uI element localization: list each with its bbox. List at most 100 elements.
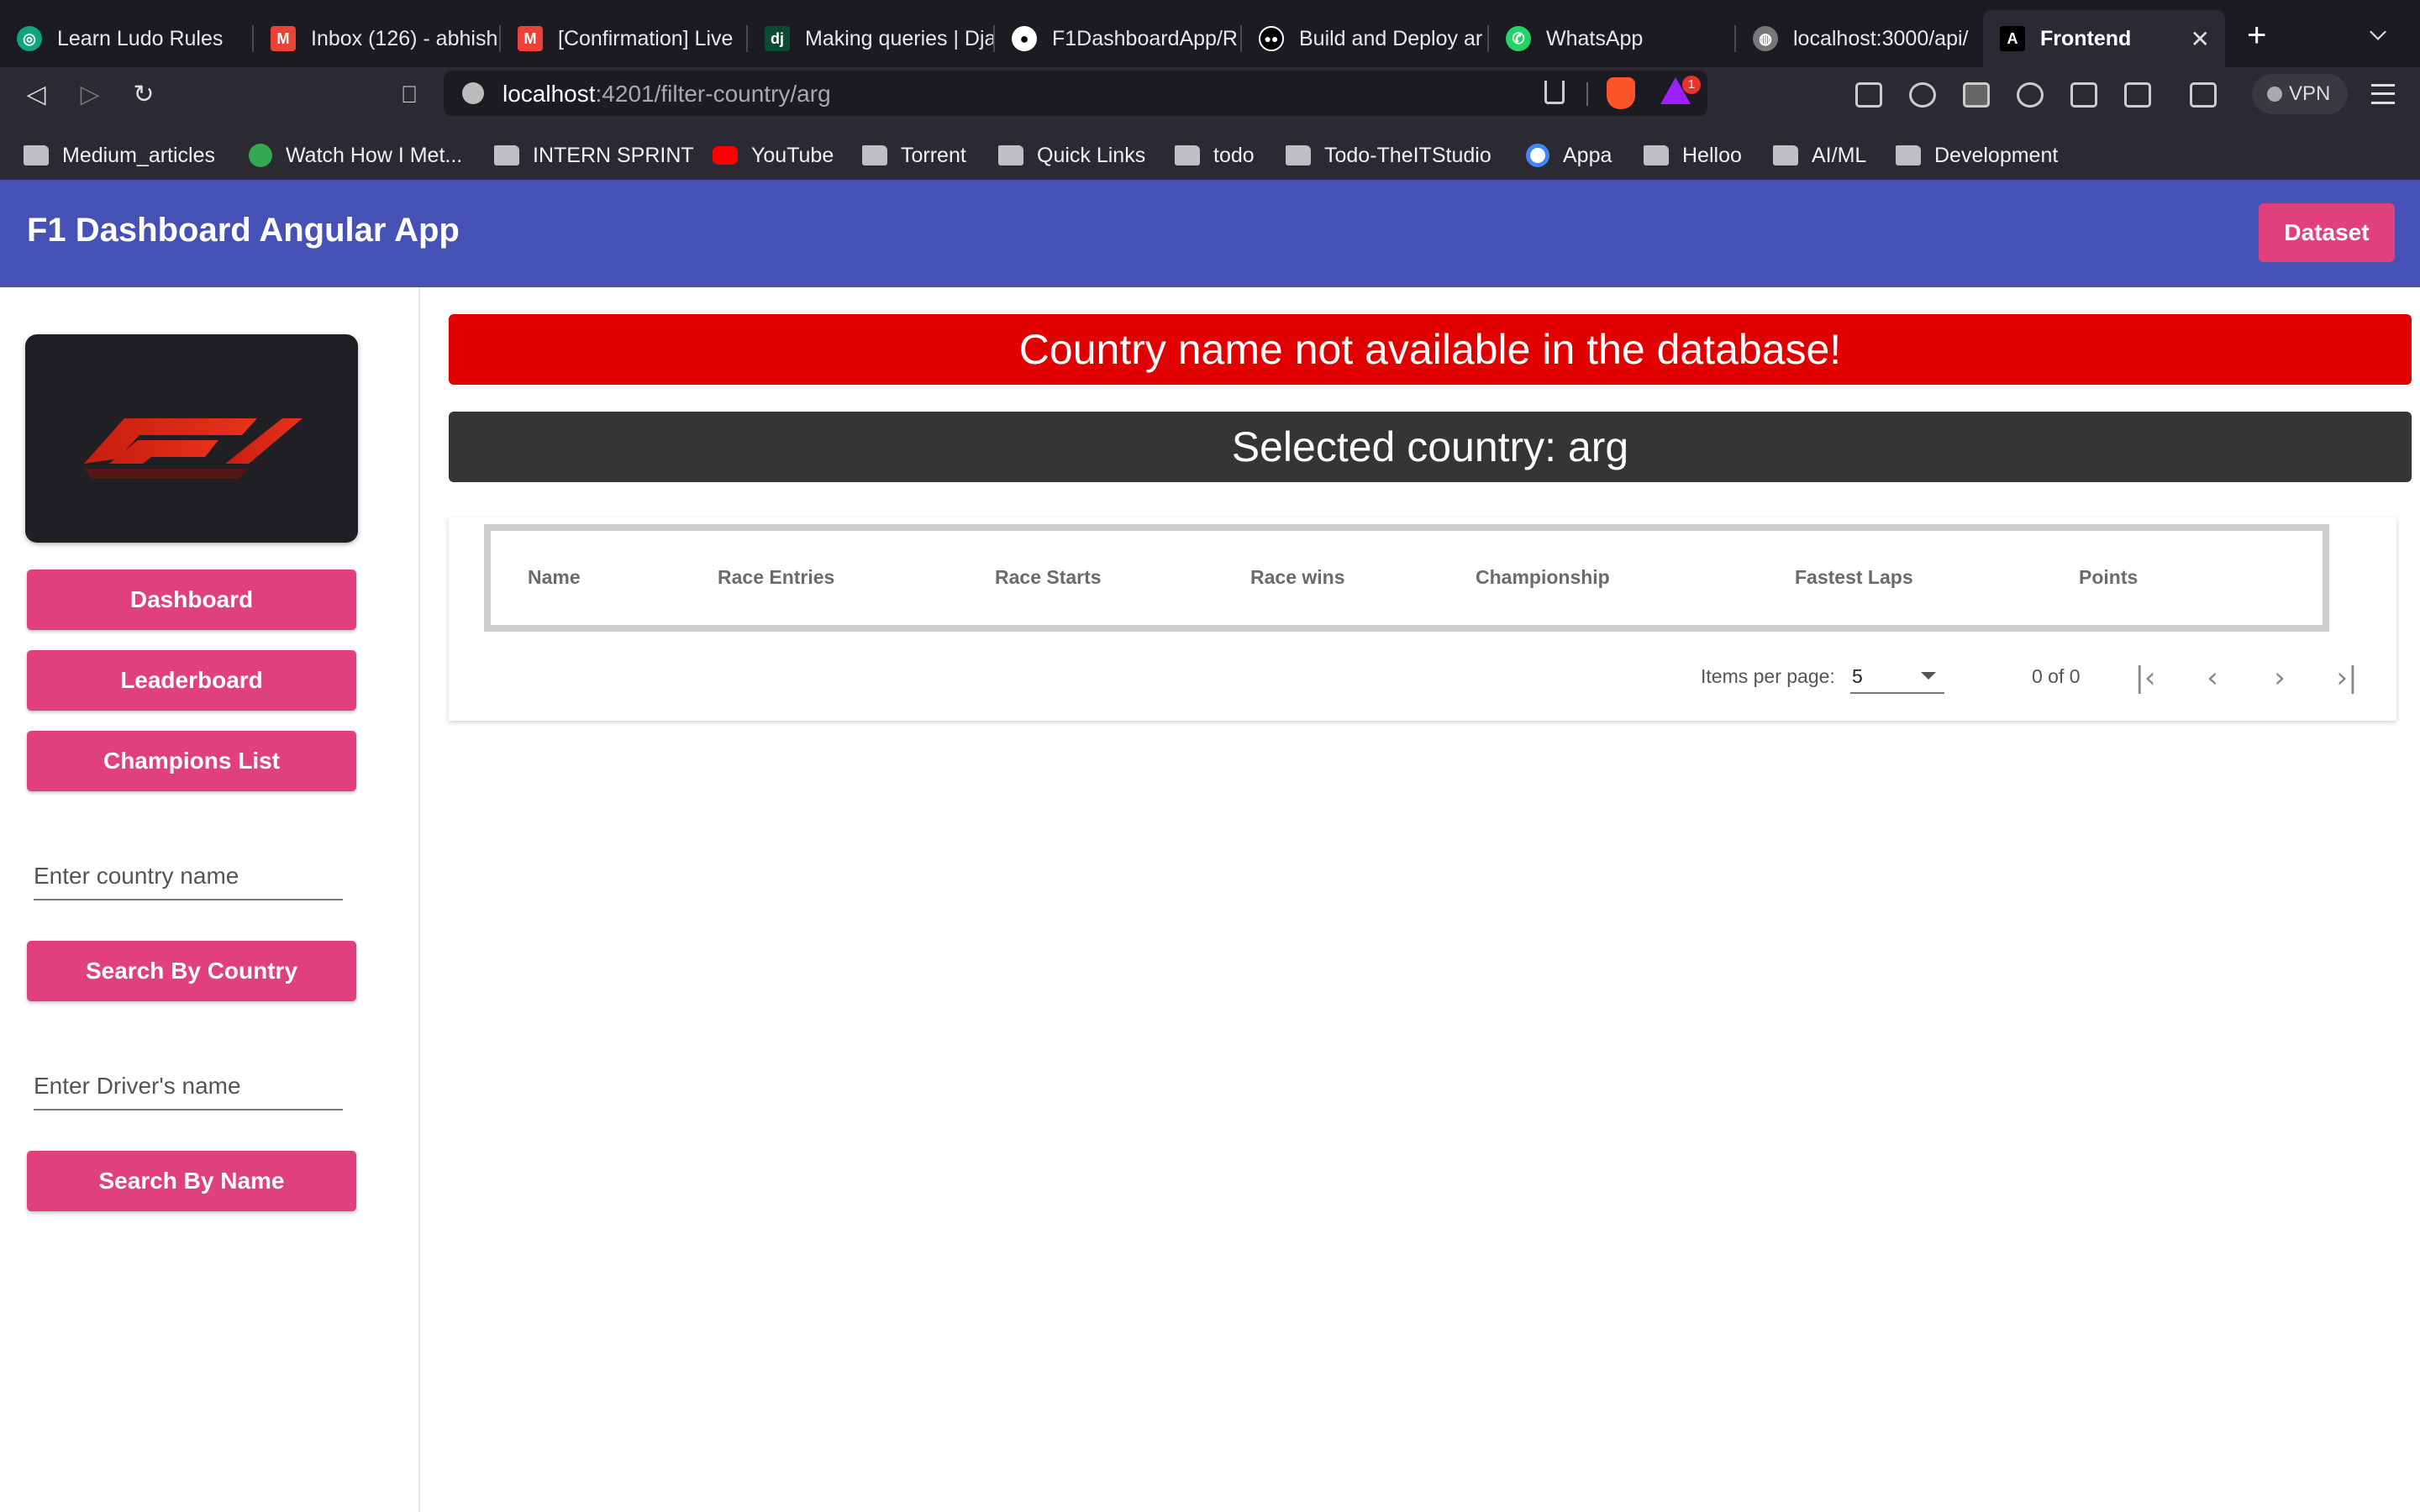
folder-icon [1773, 145, 1798, 165]
champions-list-button[interactable]: Champions List [27, 731, 356, 791]
items-per-page-label: Items per page: [1701, 665, 1835, 687]
page-size-value: 5 [1852, 665, 1863, 687]
extension-icon[interactable] [1909, 82, 1936, 108]
driver-name-input[interactable] [34, 1063, 343, 1110]
reload-icon[interactable]: ↻ [129, 81, 158, 109]
drivers-table-card: Name Race Entries Race Starts Race wins … [449, 517, 2396, 721]
bookmark-item[interactable]: Medium_articles [24, 139, 215, 171]
bookmark-item[interactable]: Quick Links [998, 139, 1145, 171]
browser-tab[interactable]: dj Making queries | Dja [748, 10, 995, 67]
whatsapp-icon: ✆ [1506, 26, 1531, 51]
tab-title: Build and Deploy ar [1299, 26, 1483, 50]
app-header: F1 Dashboard Angular App Dataset [0, 180, 2420, 287]
address-bar[interactable]: localhost:4201/filter-country/arg 1 [444, 71, 1707, 116]
back-icon[interactable]: ◁ [22, 81, 50, 109]
bookmark-icon[interactable]: ⎕ [395, 81, 424, 109]
first-page-icon[interactable]: |‹ [2124, 657, 2166, 699]
site-info-icon[interactable] [462, 82, 484, 104]
wallet-icon[interactable] [2190, 82, 2217, 108]
page-size-select[interactable]: 5 [1850, 659, 1944, 694]
page-range-label: 0 of 0 [2032, 665, 2081, 687]
dataset-button[interactable]: Dataset [2259, 203, 2395, 262]
vpn-button[interactable]: VPN [2252, 74, 2348, 114]
drivers-table: Name Race Entries Race Starts Race wins … [484, 524, 2329, 632]
bookmark-item[interactable]: Torrent [862, 139, 966, 171]
bookmark-item[interactable]: Todo-TheITStudio [1286, 139, 1491, 171]
folder-icon [24, 145, 49, 165]
folder-icon [1644, 145, 1669, 165]
bookmark-item[interactable]: Watch How I Met... [249, 139, 462, 171]
bookmark-item[interactable]: AI/ML [1773, 139, 1866, 171]
brave-shields-icon[interactable] [1607, 77, 1635, 109]
bookmark-item[interactable]: todo [1175, 139, 1255, 171]
browser-tab-active[interactable]: A Frontend ✕ [1983, 10, 2225, 67]
google-icon [1526, 144, 1549, 167]
medium-icon: ●● [1259, 26, 1284, 51]
extensions-puzzle-icon[interactable] [2070, 82, 2097, 108]
bookmark-item[interactable]: INTERN SPRINT [494, 139, 694, 171]
column-header[interactable]: Fastest Laps [1795, 566, 1913, 589]
bookmarks-bar: Medium_articles Watch How I Met... INTER… [0, 131, 2420, 180]
folder-icon [862, 145, 887, 165]
browser-tab[interactable]: ●● Build and Deploy ar [1242, 10, 1489, 67]
column-header[interactable]: Championship [1476, 566, 1610, 589]
browser-tab[interactable]: ✆ WhatsApp [1489, 10, 1736, 67]
chatgpt-icon: ◎ [17, 26, 42, 51]
selected-country-banner: Selected country: arg [449, 412, 2412, 482]
leaderboard-button[interactable]: Leaderboard [27, 650, 356, 711]
bookmark-item[interactable]: Appa [1526, 139, 1612, 171]
last-page-icon[interactable]: ›| [2326, 657, 2368, 699]
column-header[interactable]: Name [528, 566, 581, 589]
new-tab-icon[interactable]: + [2247, 18, 2266, 52]
youtube-icon [713, 146, 738, 165]
column-header[interactable]: Points [2079, 566, 2138, 589]
extension-search-icon[interactable] [2017, 82, 2044, 108]
bookmark-item[interactable]: Helloo [1644, 139, 1742, 171]
browser-tab[interactable]: M Inbox (126) - abhish [254, 10, 501, 67]
error-banner: Country name not available in the databa… [449, 314, 2412, 385]
browser-tab[interactable]: M [Confirmation] Live [501, 10, 748, 67]
extension-icon[interactable] [1963, 82, 1990, 108]
paginator: Items per page: 5 0 of 0 |‹ ‹ › ›| [449, 652, 2396, 702]
angular-icon: A [2000, 26, 2025, 51]
browser-tab[interactable]: ● F1DashboardApp/R [995, 10, 1242, 67]
column-header[interactable]: Race wins [1250, 566, 1345, 589]
previous-page-icon[interactable]: ‹ [2191, 657, 2233, 699]
sidebar-panel-icon[interactable] [2124, 82, 2151, 108]
gmail-icon: M [271, 26, 296, 51]
folder-icon [1896, 145, 1921, 165]
next-page-icon[interactable]: › [2259, 657, 2301, 699]
play-icon [249, 144, 272, 167]
share-icon[interactable] [1544, 81, 1565, 104]
close-tab-icon[interactable]: ✕ [2191, 25, 2210, 53]
browser-tab[interactable]: ◎ Learn Ludo Rules [0, 10, 254, 67]
folder-icon [998, 145, 1023, 165]
forward-icon[interactable]: ▷ [76, 81, 104, 109]
tab-title: [Confirmation] Live [558, 26, 734, 50]
tab-title: Making queries | Dja [805, 26, 995, 50]
tab-title: Inbox (126) - abhish [311, 26, 498, 50]
tab-title: WhatsApp [1546, 26, 1644, 50]
tab-title: localhost:3000/api/ [1793, 26, 1969, 50]
search-by-name-button[interactable]: Search By Name [27, 1151, 356, 1211]
bookmark-item[interactable]: Development [1896, 139, 2058, 171]
browser-tab[interactable]: ◍ localhost:3000/api/ [1736, 10, 1983, 67]
url-text[interactable]: localhost:4201/filter-country/arg [502, 81, 831, 108]
search-by-country-button[interactable]: Search By Country [27, 941, 356, 1001]
menu-icon[interactable] [2371, 84, 2395, 104]
column-header[interactable]: Race Starts [995, 566, 1102, 589]
bookmark-item[interactable]: YouTube [713, 139, 834, 171]
dashboard-button[interactable]: Dashboard [27, 570, 356, 630]
column-header[interactable]: Race Entries [718, 566, 834, 589]
vpn-label: VPN [2289, 82, 2331, 105]
sidebar: Dashboard Leaderboard Champions List Sea… [0, 287, 420, 1512]
tab-list-chevron-icon[interactable] [2370, 24, 2386, 40]
rewards-badge: 1 [1682, 76, 1701, 94]
tab-title: Learn Ludo Rules [57, 26, 224, 50]
globe-icon: ◍ [1753, 26, 1778, 51]
django-icon: dj [765, 26, 790, 51]
folder-icon [1286, 145, 1311, 165]
sidebar-toggle-icon[interactable] [1855, 82, 1882, 108]
f1-logo [25, 334, 358, 543]
country-input[interactable] [34, 853, 343, 900]
